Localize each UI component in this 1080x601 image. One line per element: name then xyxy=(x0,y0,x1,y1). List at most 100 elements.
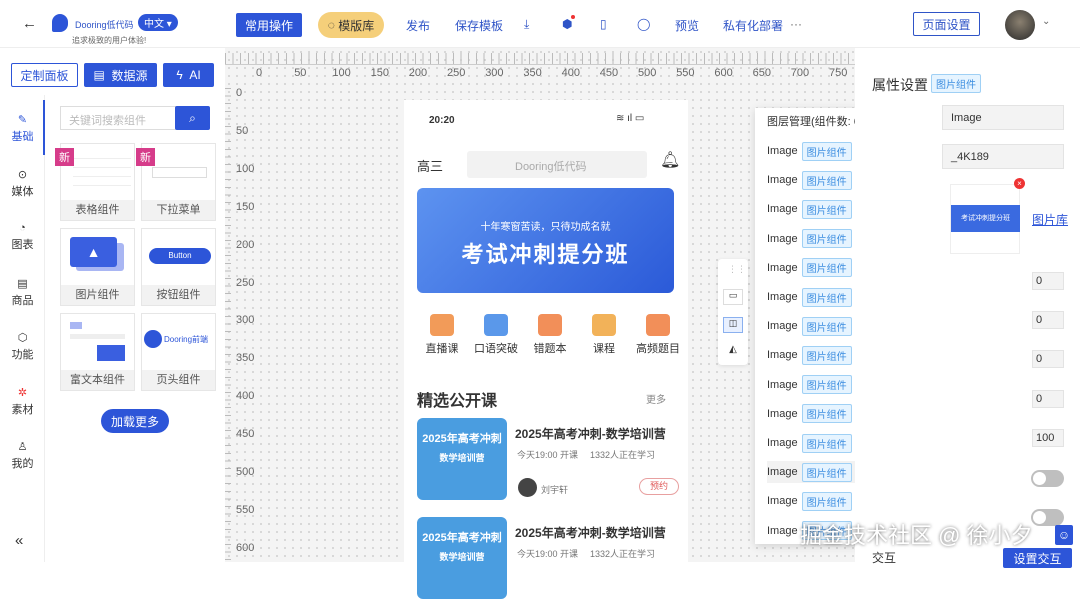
load-more-button[interactable]: 加载更多 xyxy=(101,409,169,433)
number-input[interactable]: 0 xyxy=(1032,272,1064,290)
template-library-button[interactable]: ◌ 模版库 xyxy=(318,12,384,38)
ruler-y-label: 200 xyxy=(236,238,255,251)
category-0[interactable]: ✎ 基础 xyxy=(0,113,45,144)
layer-name: Image xyxy=(767,261,798,274)
number-input[interactable]: 0 xyxy=(1032,350,1064,369)
course-learners: 1332人正在学习 xyxy=(590,549,656,559)
ruler-x-label: 400 xyxy=(561,67,580,79)
toggle-switch[interactable] xyxy=(1031,470,1064,487)
header-preview-text: Dooring前端 xyxy=(164,335,209,344)
course-card[interactable]: 2025年高考冲刺 数学培训营 2025年高考冲刺-数学培训营 今天19:00 开… xyxy=(417,418,679,502)
logo-icon xyxy=(52,14,68,32)
quick-entry[interactable]: 高频题目 xyxy=(633,314,683,356)
teacher-avatar xyxy=(518,478,537,497)
phone-search-bar[interactable]: Dooring低代码 xyxy=(467,151,647,178)
more-icon[interactable]: ··· xyxy=(790,17,802,31)
quick-entry-label: 高频题目 xyxy=(636,343,680,355)
quick-entry-icon xyxy=(646,314,670,336)
back-arrow-icon[interactable]: ← xyxy=(22,15,37,32)
category-6[interactable]: ♙ 我的 xyxy=(0,440,45,471)
category-4[interactable]: ⬡ 功能 xyxy=(0,331,45,362)
component-label: 富文本组件 xyxy=(61,370,134,390)
component-id-input[interactable]: _4K189 xyxy=(942,144,1064,169)
banner-image[interactable]: 十年寒窗苦读，只待功成名就 考试冲刺提分班 xyxy=(417,188,674,293)
publish-link[interactable]: 发布 xyxy=(406,17,430,34)
reserve-button[interactable]: 预约 xyxy=(639,478,679,495)
download-icon[interactable]: ⤓ xyxy=(524,17,529,32)
category-icon: ◔ xyxy=(19,222,26,234)
course-learners: 1332人正在学习 xyxy=(590,450,656,460)
page-settings-button[interactable]: 页面设置 xyxy=(913,12,980,36)
course-thumbnail: 2025年高考冲刺 数学培训营 xyxy=(417,517,507,599)
layer-name: Image xyxy=(767,466,798,479)
ai-button[interactable]: ϟ AI xyxy=(163,63,214,87)
common-operations-button[interactable]: 常用操作 xyxy=(236,13,302,37)
ai-label: AI xyxy=(189,68,201,82)
category-nav: ✎ 基础 ⊙ 媒体 ◔ 图表 ▤ 商品 ⬡ 功能 ✲ 素材 ♙ 我的 « xyxy=(0,95,45,562)
drag-handle-icon[interactable]: ⋮⋮ xyxy=(728,264,746,275)
toggle-switch[interactable] xyxy=(1031,509,1064,526)
bell-icon[interactable]: 🔔︎ xyxy=(660,150,680,170)
search-button[interactable]: ⌕ xyxy=(175,106,210,130)
quick-entry[interactable]: 课程 xyxy=(579,314,629,356)
number-input[interactable]: 100 xyxy=(1032,428,1064,447)
cube-icon[interactable]: ⬢ xyxy=(562,17,572,31)
category-2[interactable]: ◔ 图表 xyxy=(0,222,45,252)
course-title: 2025年高考冲刺-数学培训营 xyxy=(515,427,666,441)
layer-name: Image xyxy=(767,174,798,187)
set-interaction-button[interactable]: 设置交互 xyxy=(1003,548,1072,568)
component-name-input[interactable]: Image xyxy=(942,105,1064,130)
pdf-icon[interactable]: ▯ xyxy=(600,17,607,31)
collapse-icon[interactable]: « xyxy=(15,532,23,549)
image-library-link[interactable]: 图片库 xyxy=(1032,211,1068,228)
language-select[interactable]: 中文 ▾ xyxy=(138,14,178,31)
dropdown-preview xyxy=(152,167,207,178)
component-search-input[interactable]: 关键词搜索组件 xyxy=(60,106,176,130)
refresh-icon[interactable]: ◯ xyxy=(637,17,650,31)
save-template-link[interactable]: 保存模板 xyxy=(455,17,503,34)
component-card-table[interactable]: 新 表格组件 xyxy=(55,143,135,221)
layer-name: Image xyxy=(767,203,798,216)
banner-subtitle: 十年寒窗苦读，只待功成名就 xyxy=(480,222,611,233)
category-icon: ▤ xyxy=(17,277,28,290)
component-card-image[interactable]: ▲ 图片组件 xyxy=(60,228,135,306)
component-card-pageheader[interactable]: Dooring前端 页头组件 xyxy=(141,313,216,391)
chevron-down-icon[interactable]: ⌄ xyxy=(1042,16,1050,27)
course-title: 2025年高考冲刺-数学培训营 xyxy=(515,526,666,540)
course-time: 今天19:00 开课 xyxy=(517,450,579,460)
category-icon: ✎ xyxy=(17,114,28,126)
image-icon: ▲ xyxy=(70,237,117,267)
quick-entry-label: 口语突破 xyxy=(474,343,518,355)
quick-entry[interactable]: 口语突破 xyxy=(471,314,521,356)
course-card[interactable]: 2025年高考冲刺 数学培训营 2025年高考冲刺-数学培训营 今天19:00 开… xyxy=(417,517,679,601)
grade-selector[interactable]: 高三 xyxy=(417,156,443,175)
paint-bucket-icon[interactable]: ◭ xyxy=(723,344,743,360)
datasource-label: 数据源 xyxy=(111,68,148,83)
quick-entry[interactable]: 错题本 xyxy=(525,314,575,356)
more-link[interactable]: 更多 xyxy=(646,391,666,406)
datasource-button[interactable]: ▤ 数据源 xyxy=(84,63,157,87)
quick-entry-label: 课程 xyxy=(593,343,615,355)
number-input[interactable]: 0 xyxy=(1032,311,1064,330)
image-upload[interactable]: 考试冲刺提分班 xyxy=(950,184,1020,254)
layer-name: Image xyxy=(767,437,798,449)
desktop-icon[interactable]: ▭ xyxy=(723,289,743,305)
quick-entry-icon xyxy=(592,314,616,336)
new-badge: 新 xyxy=(136,148,155,166)
category-3[interactable]: ▤ 商品 xyxy=(0,277,45,308)
help-bot-icon[interactable]: ☺ xyxy=(1055,525,1073,545)
preview-link[interactable]: 预览 xyxy=(675,17,699,34)
private-deploy-link[interactable]: 私有化部署 xyxy=(723,17,783,34)
custom-panel-button[interactable]: 定制面板 xyxy=(11,63,78,87)
layers-icon[interactable]: ◫ xyxy=(723,317,743,333)
category-1[interactable]: ⊙ 媒体 xyxy=(0,168,45,199)
remove-image-icon[interactable]: × xyxy=(1014,178,1025,189)
avatar[interactable] xyxy=(1005,10,1035,40)
quick-entry[interactable]: 直播课 xyxy=(417,314,467,356)
component-card-button[interactable]: Button 按钮组件 xyxy=(141,228,216,306)
category-5[interactable]: ✲ 素材 xyxy=(0,386,45,417)
thumb-title: 2025年高考冲刺 xyxy=(422,532,502,544)
component-card-richtext[interactable]: 富文本组件 xyxy=(60,313,135,391)
component-card-dropdown[interactable]: 新 下拉菜单 xyxy=(136,143,216,221)
number-input[interactable]: 0 xyxy=(1032,389,1064,408)
